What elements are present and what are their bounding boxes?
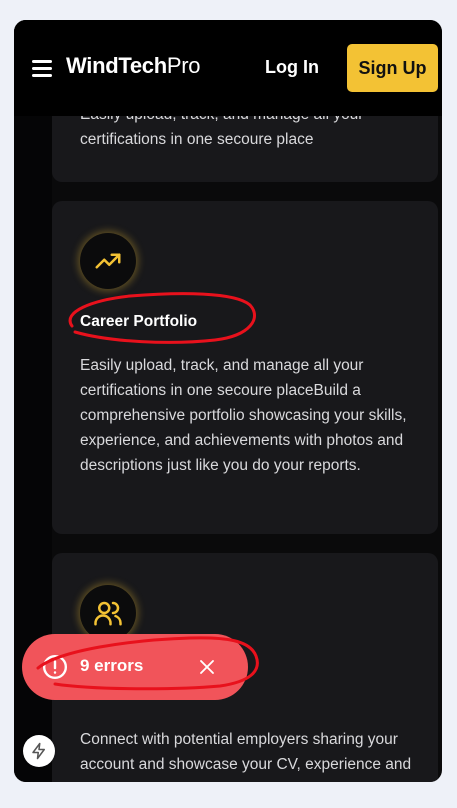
users-icon <box>94 601 122 626</box>
close-icon[interactable] <box>198 658 216 676</box>
brand-bold: WindTech <box>66 53 167 78</box>
alert-circle-icon <box>42 654 68 680</box>
bolt-icon <box>32 742 45 760</box>
icon-badge <box>80 585 136 641</box>
icon-badge <box>80 233 136 289</box>
brand-light: Pro <box>166 53 201 78</box>
signup-button[interactable]: Sign Up <box>347 44 438 92</box>
card-text: Connect with potential employers sharing… <box>80 731 412 782</box>
menu-icon[interactable] <box>32 60 52 77</box>
dev-indicator-button[interactable] <box>23 735 55 767</box>
card-title: Career Portfolio <box>80 313 198 330</box>
card-text: Easily upload, track, and manage all you… <box>80 357 407 474</box>
login-link[interactable]: Log In <box>265 57 319 78</box>
top-nav: WindTechPro Log In Sign Up <box>14 20 442 116</box>
feature-card-career-portfolio: Career Portfolio Easily upload, track, a… <box>52 201 438 534</box>
brand-logo[interactable]: WindTechPro <box>66 53 201 79</box>
trending-up-icon <box>95 253 121 269</box>
error-toast[interactable]: 9 errors <box>22 634 248 700</box>
error-count-label: 9 errors <box>80 656 144 675</box>
